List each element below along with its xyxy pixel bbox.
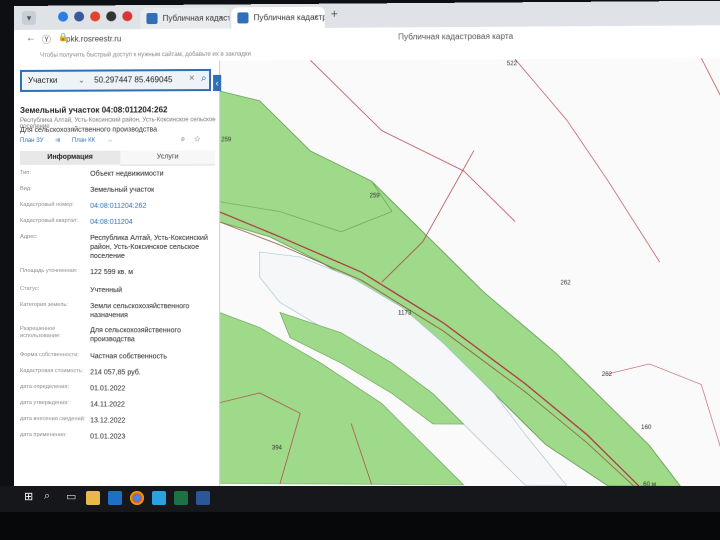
attribute-row: Форма собственности: Частная собственнос…: [20, 352, 217, 360]
attribute-row: дата определения: 01.01.2022: [20, 384, 217, 392]
attribute-value: Республика Алтай, Усть-Коксинский район,…: [90, 234, 208, 261]
map-label: 394: [271, 445, 282, 452]
outlook-icon[interactable]: [108, 491, 122, 505]
map-label: 259: [221, 137, 232, 144]
attribute-value: Частная собственность: [90, 353, 168, 361]
excel-icon[interactable]: [174, 491, 188, 505]
category-select-value: Участки: [28, 75, 58, 85]
attribute-label: Разрешенное использование:: [19, 326, 61, 340]
attribute-label: Кадастровый квартал:: [19, 217, 78, 224]
category-select[interactable]: Участки ⌄: [28, 76, 90, 85]
map-layer: [219, 58, 720, 507]
pinned-tab-icon[interactable]: [74, 11, 85, 22]
attribute-row: Тип: Объект недвижимости: [20, 169, 217, 178]
attribute-label: Вид:: [19, 185, 32, 192]
attribute-label: Категория земель:: [19, 302, 68, 309]
object-title: Земельный участок 04:08:011204:262: [19, 105, 168, 115]
plan-zu-link[interactable]: План ЗУ ⇉: [20, 138, 60, 144]
chevron-down-icon: ⌄: [78, 75, 85, 85]
tab-inactive[interactable]: Публичная кадастровая ×: [140, 7, 230, 30]
search-icon[interactable]: ⌕: [44, 490, 50, 503]
parcel-boundary-line: [515, 58, 660, 262]
attribute-label: Форма собственности:: [19, 352, 79, 359]
search-bar: Участки ⌄ 50.297447 85.469045 × ⌕: [19, 68, 212, 92]
task-view-icon[interactable]: ▭: [66, 490, 76, 503]
rosreestr-favicon-icon: [237, 12, 249, 24]
attribute-value: 14.11.2022: [90, 401, 125, 409]
back-icon[interactable]: ←: [26, 33, 36, 44]
attribute-row: дата утверждения: 14.11.2022: [20, 400, 217, 408]
map-label: 259: [369, 193, 380, 200]
pinned-tab-icon[interactable]: [106, 11, 117, 22]
search-input[interactable]: 50.297447 85.469045: [94, 75, 191, 84]
attribute-value: 01.01.2023: [90, 433, 126, 441]
windows-start-icon[interactable]: ⊞: [24, 490, 33, 503]
map-canvas[interactable]: 522 259 259 262 262 160 394 1173 60 м: [219, 58, 720, 518]
tab-information[interactable]: Информация: [19, 150, 121, 165]
attribute-label: Площадь уточненная:: [19, 268, 78, 275]
parcel-boundary-line: [701, 58, 720, 119]
rosreestr-favicon-icon: [146, 12, 158, 25]
close-icon[interactable]: ×: [218, 7, 223, 28]
pinned-tab-icon[interactable]: [122, 11, 133, 22]
attribute-value: 122 599 кв. м: [90, 269, 134, 277]
panel-tabs: Информация Услуги: [19, 150, 216, 166]
url-field[interactable]: pkk.rosreestr.ru: [66, 32, 187, 47]
zoom-to-object-icon[interactable]: ⌕: [181, 134, 186, 143]
plan-links: План ЗУ ⇉ План КК →: [20, 137, 123, 144]
attribute-value: 13.12.2022: [90, 417, 126, 425]
cadastral-quarter-link[interactable]: 04:08:011204: [90, 218, 213, 227]
attribute-label: дата определения:: [19, 384, 70, 391]
word-icon[interactable]: [196, 491, 210, 505]
attribute-label: Тип:: [19, 169, 31, 176]
plan-kk-link[interactable]: План КК →: [72, 138, 113, 144]
attribute-value: Земли сельскохозяйственного назначения: [90, 303, 190, 320]
yandex-home-icon[interactable]: Ⓨ: [42, 33, 51, 46]
attribute-label: Кадастровый номер:: [19, 201, 74, 208]
cadastral-number-link[interactable]: 04:08:011204:262: [90, 202, 213, 211]
attribute-label: дата внесения сведений:: [19, 416, 86, 423]
search-icon[interactable]: ⌕: [201, 73, 207, 84]
monitor-screen: ▾ Публичная кадастровая × Публичная када…: [14, 0, 720, 518]
page-title: Публичная кадастровая карта: [398, 31, 514, 42]
new-tab-icon[interactable]: +: [331, 7, 338, 21]
map-label: 262: [560, 280, 571, 287]
attribute-row: дата внесения сведений: 13.12.2022: [20, 416, 217, 425]
attribute-value: Для сельскохозяйственного производства: [90, 327, 181, 344]
yandex-icon[interactable]: [152, 491, 166, 505]
attribute-value: 01.01.2022: [90, 385, 126, 393]
map-label: 1173: [398, 310, 412, 317]
tab-active[interactable]: Публичная кадастровая ×: [231, 6, 325, 29]
favorite-star-icon[interactable]: ☆: [194, 134, 201, 143]
attribute-label: Кадастровая стоимость:: [19, 368, 84, 375]
collapse-panel-icon[interactable]: ‹: [213, 74, 222, 92]
attribute-row: Кадастровая стоимость: 214 057,85 руб.: [20, 368, 217, 376]
tab-menu-icon[interactable]: ▾: [21, 10, 37, 25]
monitor-bezel: [0, 512, 720, 540]
attribute-value: Объект недвижимости: [90, 170, 164, 178]
pinned-tab-icon[interactable]: [90, 11, 101, 22]
tab-services[interactable]: Услуги: [120, 150, 216, 166]
attribute-row: дата применения: 01.01.2023: [20, 432, 217, 441]
clear-icon[interactable]: ×: [189, 73, 195, 84]
pinned-tab-icon[interactable]: [58, 11, 69, 22]
windows-taskbar: ⊞ ⌕ ▭: [0, 486, 720, 512]
attribute-value: Учтенный: [90, 287, 123, 295]
attribute-label: Адрес:: [19, 233, 38, 240]
map-label: 262: [601, 371, 613, 379]
close-icon[interactable]: ×: [314, 7, 319, 28]
chrome-icon[interactable]: [130, 491, 144, 505]
object-purpose: Для сельскохозяйственного производства: [19, 126, 158, 134]
info-panel: Участки ⌄ 50.297447 85.469045 × ⌕ ‹ Земе…: [14, 60, 222, 514]
attribute-value: 214 057,85 руб.: [90, 369, 141, 377]
map-label: 160: [641, 424, 652, 432]
file-explorer-icon[interactable]: [86, 491, 100, 505]
attribute-label: Статус:: [19, 286, 40, 293]
map-label: 522: [506, 61, 518, 68]
attribute-label: дата утверждения:: [19, 400, 69, 407]
attribute-value: Земельный участок: [90, 186, 155, 194]
attribute-label: дата применения:: [19, 432, 67, 439]
attribute-list: Тип: Объект недвижимости Вид: Земельный …: [20, 169, 217, 441]
panel-actions: ⌕ ☆: [181, 134, 207, 144]
